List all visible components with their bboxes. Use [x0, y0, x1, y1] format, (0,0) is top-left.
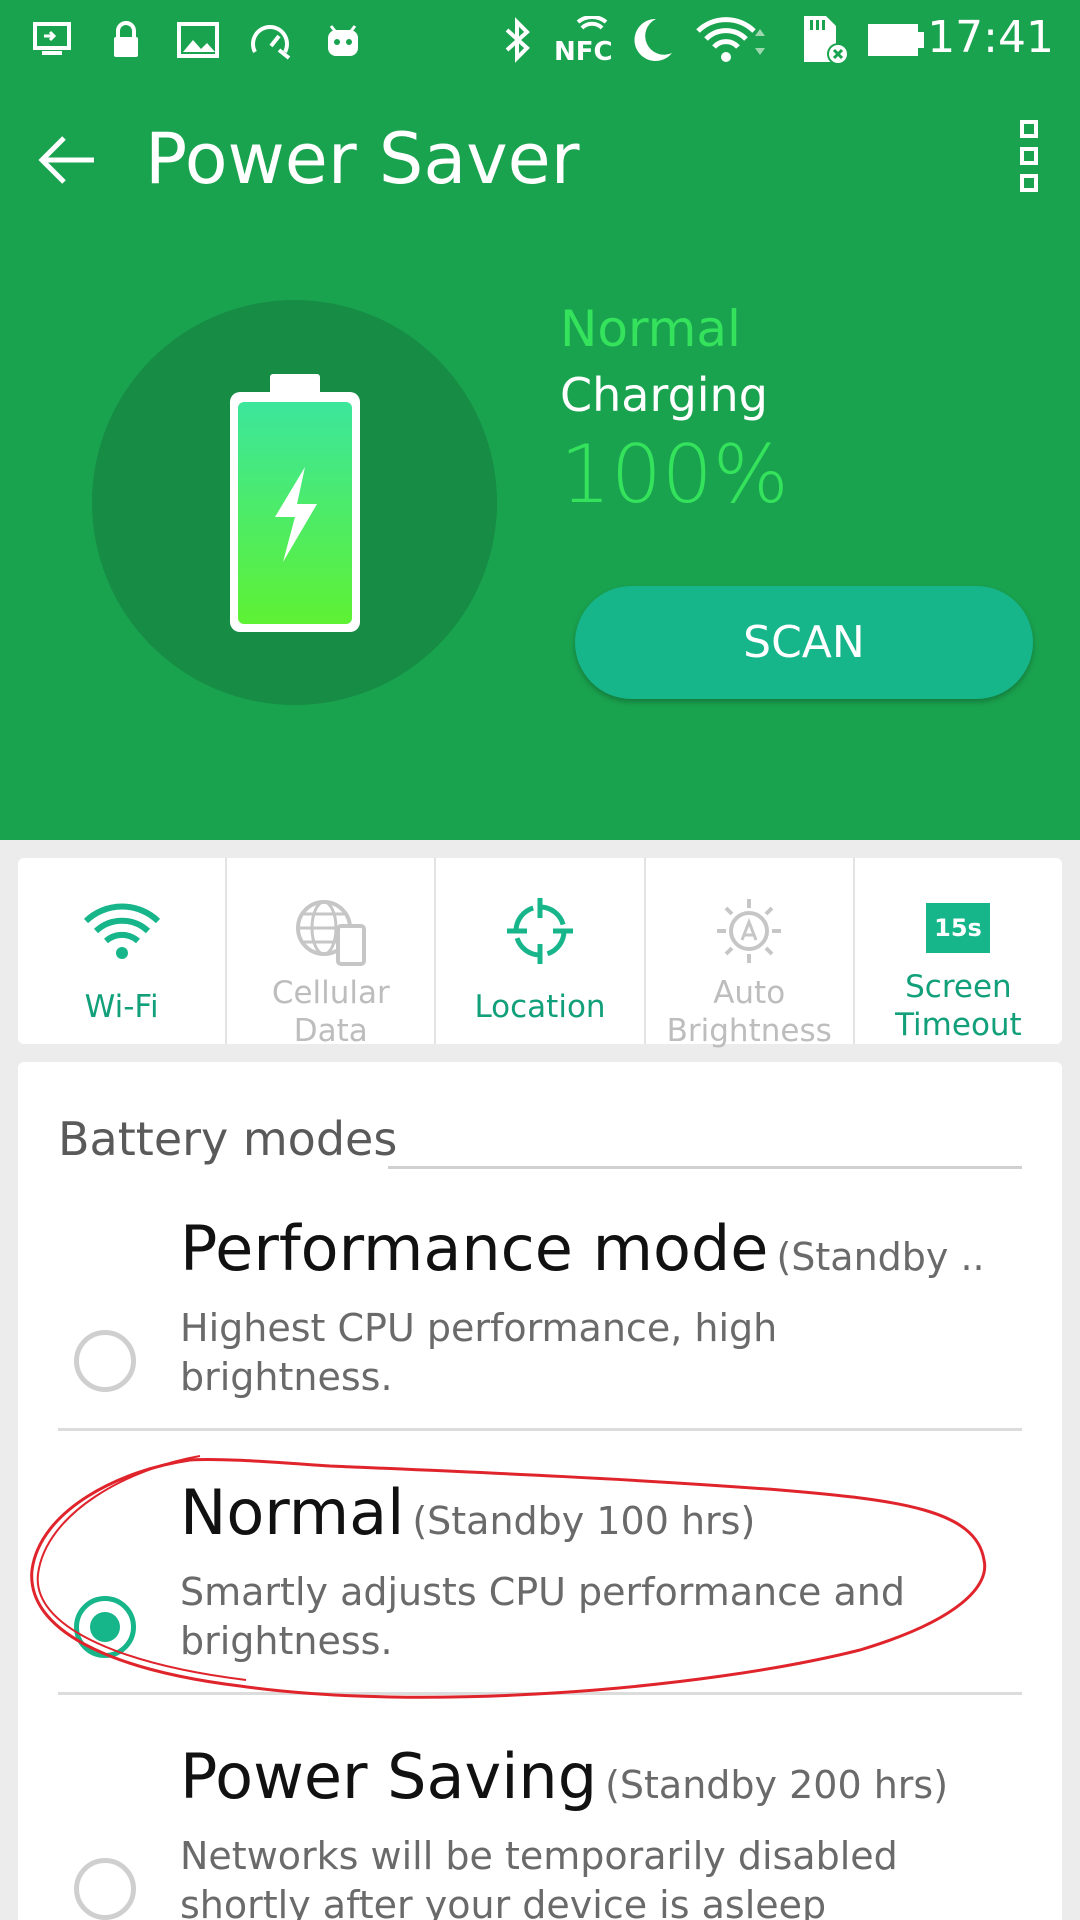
- mode-power-saving[interactable]: Power Saving (Standby 200 hrs) Networks w…: [58, 1740, 1022, 1920]
- mode-description: Networks will be temporarily disabled sh…: [180, 1834, 898, 1920]
- mode-title: Performance mode (Standby ..: [180, 1212, 985, 1285]
- mode-name: Performance mode: [180, 1212, 769, 1285]
- heading-divider: [388, 1166, 1022, 1169]
- battery-mode-status: Normal: [560, 300, 741, 358]
- page-title: Power Saver: [145, 118, 580, 200]
- mode-description: Highest CPU performance, high brightness…: [180, 1306, 778, 1399]
- timeout-badge: 15s: [935, 914, 983, 942]
- radio-button[interactable]: [74, 1858, 136, 1920]
- toggle-label: Auto Brightness: [666, 975, 832, 1049]
- auto-brightness-icon: [712, 896, 786, 966]
- mode-divider: [58, 1428, 1022, 1431]
- wifi-toggle-icon: [82, 896, 162, 966]
- mode-title: Power Saving (Standby 200 hrs): [180, 1740, 948, 1813]
- bluetooth-icon: [500, 14, 536, 66]
- screen-cast-icon: [30, 14, 76, 66]
- mode-performance[interactable]: Performance mode (Standby .. Highest CPU …: [58, 1212, 1022, 1472]
- mode-name: Normal: [180, 1476, 405, 1549]
- android-icon: [322, 14, 364, 66]
- toggle-screen-timeout[interactable]: 15s Screen Timeout: [855, 858, 1062, 1044]
- globe-phone-icon: [294, 896, 368, 966]
- toggle-location[interactable]: Location: [436, 858, 646, 1044]
- battery-percent: 100%: [560, 428, 789, 521]
- mode-name: Power Saving: [180, 1740, 598, 1813]
- wifi-icon: [696, 14, 768, 66]
- toggle-label: Cellular Data: [271, 975, 390, 1049]
- battery-modes-heading: Battery modes: [58, 1112, 398, 1166]
- battery-status-icon: [866, 14, 926, 66]
- radio-button-selected[interactable]: [74, 1596, 136, 1658]
- scan-button[interactable]: SCAN: [575, 586, 1033, 699]
- toggle-wifi[interactable]: Wi-Fi: [18, 858, 228, 1044]
- power-saver-header: NFC 17:41 Power Saver Normal Charging 10…: [0, 0, 1080, 840]
- toggle-label: Screen Timeout: [895, 969, 1022, 1043]
- more-options-button[interactable]: [990, 112, 1070, 202]
- toggle-auto-brightness[interactable]: Auto Brightness: [646, 858, 855, 1049]
- more-vertical-icon: [1020, 120, 1038, 192]
- battery-modes-card: Battery modes Performance mode (Standby .…: [18, 1062, 1062, 1920]
- charging-status: Charging: [560, 368, 768, 422]
- mode-normal[interactable]: Normal (Standby 100 hrs) Smartly adjusts …: [58, 1476, 1022, 1736]
- mode-standby: (Standby ..: [776, 1235, 985, 1279]
- status-bar: NFC 17:41: [0, 0, 1080, 80]
- location-target-icon: [505, 896, 575, 966]
- lock-icon: [108, 14, 144, 66]
- toggle-cellular-data[interactable]: Cellular Data: [227, 858, 437, 1049]
- back-arrow-icon: [38, 136, 94, 184]
- mode-standby: (Standby 100 hrs): [412, 1499, 756, 1543]
- quick-toggles: Wi-Fi Cellular Data Location Auto Bright…: [18, 858, 1062, 1049]
- battery-charging-icon: [225, 372, 365, 646]
- speed-icon: [248, 14, 294, 66]
- sd-card-icon: [800, 14, 850, 66]
- toggle-label: Location: [474, 989, 606, 1025]
- mode-divider: [58, 1692, 1022, 1695]
- status-time: 17:41: [927, 12, 1054, 63]
- timeout-icon: 15s: [926, 896, 991, 960]
- app-bar: Power Saver: [0, 90, 1080, 220]
- nfc-text: NFC: [554, 37, 613, 64]
- mode-title: Normal (Standby 100 hrs): [180, 1476, 755, 1549]
- radio-button[interactable]: [74, 1330, 136, 1392]
- mode-description: Smartly adjusts CPU performance and brig…: [180, 1570, 905, 1663]
- nfc-icon: NFC: [552, 14, 616, 66]
- toggle-label: Wi-Fi: [84, 989, 159, 1025]
- image-icon: [176, 14, 220, 66]
- mode-standby: (Standby 200 hrs): [605, 1763, 949, 1807]
- moon-icon: [626, 14, 676, 66]
- back-button[interactable]: [30, 120, 110, 200]
